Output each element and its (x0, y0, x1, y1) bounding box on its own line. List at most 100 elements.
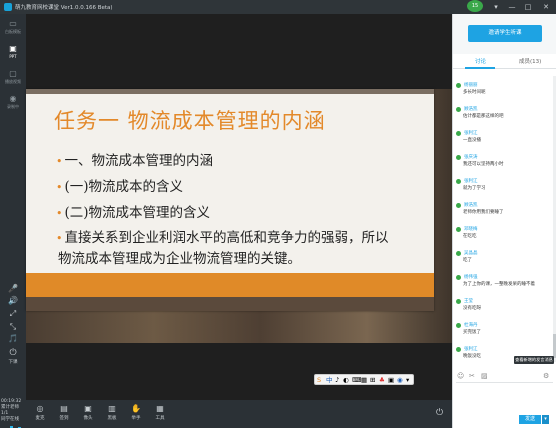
slide-footer-strip (26, 297, 434, 311)
user-avatar-icon (456, 275, 461, 280)
tab-discuss[interactable]: 讨论 (475, 57, 486, 65)
slide-line: 物流成本管理成为企业物流管理的关键。 (58, 251, 301, 267)
sidebar-item-record[interactable]: ◉ 录制中 (0, 92, 26, 114)
board-icon: ▥ (108, 404, 116, 413)
class-info: 00:19:32 累计老师 1/1 同学在线 (1, 399, 27, 423)
chat-author[interactable]: 杨伟强 (464, 274, 478, 280)
input-method-toolbar[interactable]: S 中 ♪ ◐ ⌨ ▦ ⊞ ♣ ▣ ◉ ▾ (314, 374, 414, 385)
right-panel: 邀请学生听课 讨论 成员(13) 杨丽丽 多长时间呢 顾浩凯 估计都是那这样的吧 张… (452, 14, 556, 428)
title-bar: 萌九教育网校课堂 Ver1.0.0.166 Beta) 15 ▾ — □ ✕ (0, 0, 556, 14)
chat-author[interactable]: 顾浩凯 (464, 106, 478, 112)
record-icon: ◉ (9, 94, 17, 103)
chat-author[interactable]: 杜海丹 (464, 322, 478, 328)
tools-button[interactable]: ▦ 工具 (148, 404, 172, 421)
ppt-slide: 任务一 物流成本管理的内涵 • 一、物流成本管理的内涵 • (一)物流成本的含义 •… (26, 89, 434, 311)
invite-students-button[interactable]: 邀请学生听课 (468, 25, 542, 42)
slide-title: 任务一 物流成本管理的内涵 (54, 109, 326, 133)
sidebar-item-label: 播放视频 (5, 79, 21, 84)
close-button[interactable]: ✕ (541, 2, 551, 12)
chat-text: 买完饭了 (463, 330, 481, 335)
chat-text: 吃了 (463, 258, 472, 263)
bullet-icon: • (56, 207, 63, 220)
camera-button[interactable]: ▣ 像头 (76, 404, 100, 421)
chat-author[interactable]: 邓晓梅 (464, 226, 478, 232)
microphone-icon[interactable]: 🎤 (7, 284, 19, 294)
user-avatar-icon (456, 347, 461, 352)
user-avatar[interactable]: 15 (467, 0, 483, 12)
user-avatar-icon (456, 83, 461, 88)
chat-author[interactable]: 王莹 (464, 298, 473, 304)
bullet-icon: • (56, 232, 63, 245)
chat-author[interactable]: 张利江 (464, 130, 478, 136)
minimize-button[interactable]: — (507, 2, 517, 12)
bullet-icon: • (56, 181, 63, 194)
screen-share-icon: ▢ (9, 69, 17, 78)
microphone-button[interactable]: ◎ 麦克 (28, 404, 52, 421)
expand-icon[interactable]: ⤢ (7, 309, 19, 319)
speaker-icon[interactable]: 🔊 (7, 296, 19, 306)
dropdown-icon[interactable]: ▾ (491, 2, 501, 12)
chat-text: 为了上你的课，一整晚发呆的睡不着 (463, 282, 535, 287)
chat-author[interactable]: 吴晶晶 (464, 250, 478, 256)
power-icon[interactable]: ⏻ (436, 408, 443, 418)
ime-grid-icon[interactable]: ▦ (361, 376, 367, 384)
slide-header-strip (26, 89, 434, 94)
user-avatar-icon (456, 131, 461, 136)
send-options-icon[interactable]: ▾ (542, 415, 549, 424)
app-logo-icon (4, 3, 12, 11)
ime-shirt-icon[interactable]: ▣ (388, 376, 394, 384)
scissors-icon[interactable]: ✂ (469, 371, 475, 381)
ime-toolbox-icon[interactable]: ⊞ (370, 376, 375, 384)
sign-in-button[interactable]: ▤ 签到 (52, 404, 76, 421)
ime-logo-icon[interactable]: S (317, 376, 321, 384)
window-title: 萌九教育网校课堂 Ver1.0.0.166 Beta) (15, 5, 113, 11)
user-avatar-icon (456, 323, 461, 328)
chat-text: 估计都是那这样的吧 (463, 114, 504, 119)
sidebar-item-ppt[interactable]: ▣ PPT (0, 42, 26, 64)
hand-icon: ✋ (131, 404, 141, 413)
chat-text: 在吃吃 (463, 234, 477, 239)
ime-punct-icon[interactable]: ♪ (335, 376, 339, 384)
ime-user-icon[interactable]: ◉ (397, 376, 403, 384)
slide-line: • (二)物流成本管理的含义 (56, 205, 211, 221)
chat-text: 我还可以坚持两小时 (463, 162, 504, 167)
sidebar-item-label: PPT (9, 54, 17, 59)
music-icon[interactable]: 🎵 (7, 334, 19, 344)
chat-input[interactable] (456, 382, 553, 410)
user-avatar-icon (456, 179, 461, 184)
left-sidebar: ▭ 白板模板 ▣ PPT ▢ 播放视频 ◉ 录制中 🎤 🔊 ⤢ ⤡ 🎵 ⏻ 下课… (0, 14, 26, 428)
end-class-label: 下课 (8, 360, 18, 365)
settings-icon[interactable]: ⚙ (543, 371, 549, 381)
end-class-button[interactable]: ⏻ 下课 (3, 348, 23, 365)
chat-author[interactable]: 张利江 (464, 178, 478, 184)
emoji-icon[interactable]: ☺ (457, 371, 464, 381)
chat-author[interactable]: 顾浩凯 (464, 202, 478, 208)
sidebar-item-label: 白板模板 (5, 29, 21, 34)
user-avatar-icon (456, 299, 461, 304)
chat-text: 就为了学习 (463, 186, 486, 191)
slide-line: • (一)物流成本的含义 (56, 179, 184, 195)
ime-language-icon[interactable]: 中 (326, 376, 333, 384)
chat-author[interactable]: 张庆涛 (464, 154, 478, 160)
bottom-toolbar: ◎ 麦克 ▤ 签到 ▣ 像头 ▥ 黑板 ✋ 举手 ▦ 工具 ⏻ (26, 400, 452, 428)
tab-members[interactable]: 成员(13) (519, 57, 541, 65)
user-avatar-icon (456, 251, 461, 256)
ime-moon-icon[interactable]: ◐ (343, 376, 349, 384)
sidebar-item-video[interactable]: ▢ 播放视频 (0, 67, 26, 89)
new-messages-tooltip[interactable]: 查看新增的发言消息 (514, 356, 554, 364)
chat-list[interactable]: 杨丽丽 多长时间呢 顾浩凯 估计都是那这样的吧 张利江 一直没播 张庆涛 我还可以坚持两… (453, 69, 553, 365)
ime-more-icon[interactable]: ▾ (406, 376, 409, 384)
sidebar-item-whiteboard[interactable]: ▭ 白板模板 (0, 17, 26, 39)
board-button[interactable]: ▥ 黑板 (100, 404, 124, 421)
board-label: 黑板 (107, 416, 117, 421)
send-button[interactable]: 发送 (519, 415, 541, 424)
image-icon[interactable]: ▨ (481, 371, 488, 381)
ime-skin-icon[interactable]: ♣ (379, 376, 385, 384)
maximize-button[interactable]: □ (523, 2, 533, 12)
chat-author[interactable]: 杨丽丽 (464, 82, 478, 88)
chat-author[interactable]: 张利江 (464, 346, 478, 352)
collapse-icon[interactable]: ⤡ (7, 322, 19, 332)
ime-keyboard-icon[interactable]: ⌨ (352, 376, 361, 384)
microphone-label: 麦克 (35, 416, 45, 421)
raise-hand-button[interactable]: ✋ 举手 (124, 404, 148, 421)
